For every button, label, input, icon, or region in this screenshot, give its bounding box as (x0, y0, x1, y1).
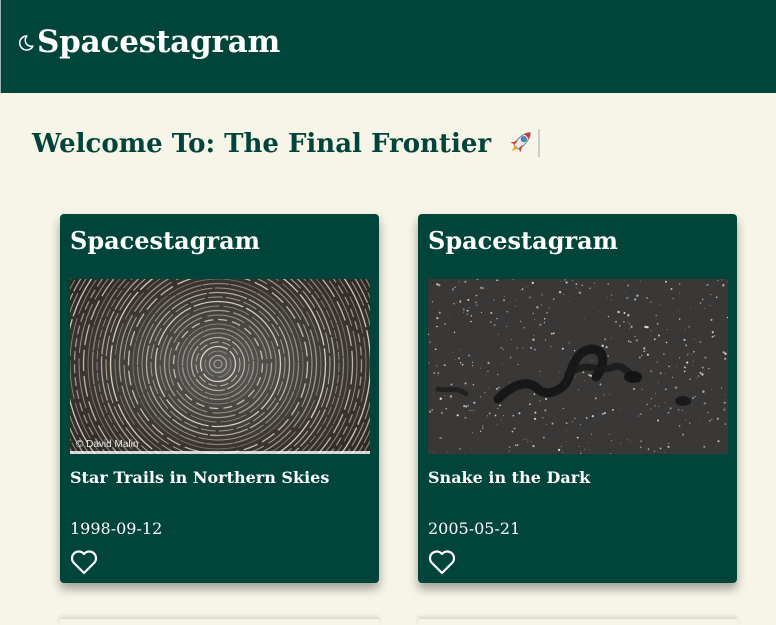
image-watermark: © David Malin (76, 439, 138, 450)
dark-nebula-image (428, 279, 728, 454)
heart-outline-icon[interactable] (70, 549, 98, 575)
star-trails-image: © David Malin (70, 279, 370, 454)
card-site-title: Spacestagram (428, 226, 619, 255)
text-cursor (538, 129, 541, 157)
post-title: Snake in the Dark (428, 468, 591, 487)
post-card: Spacestagram Snake in the Dark 2005-05-2… (418, 214, 737, 583)
rocket-icon (510, 132, 531, 153)
welcome-heading: Welcome To: The Final Frontier (32, 128, 541, 159)
welcome-text: Welcome To: The Final Frontier (32, 129, 492, 159)
top-bar: Spacestagram (0, 0, 776, 93)
post-date: 1998-09-12 (70, 519, 163, 538)
app-title[interactable]: Spacestagram (37, 24, 280, 60)
post-date: 2005-05-21 (428, 519, 521, 538)
next-card-edge (418, 619, 737, 625)
heart-outline-icon[interactable] (428, 549, 456, 575)
post-image[interactable]: © David Malin (70, 279, 370, 454)
post-image[interactable] (428, 279, 728, 454)
post-title: Star Trails in Northern Skies (70, 468, 330, 487)
card-site-title: Spacestagram (70, 226, 261, 255)
next-card-edge (60, 619, 379, 625)
moon-icon[interactable] (17, 34, 35, 52)
post-card: Spacestagram © David Malin Star Trails i… (60, 214, 379, 583)
